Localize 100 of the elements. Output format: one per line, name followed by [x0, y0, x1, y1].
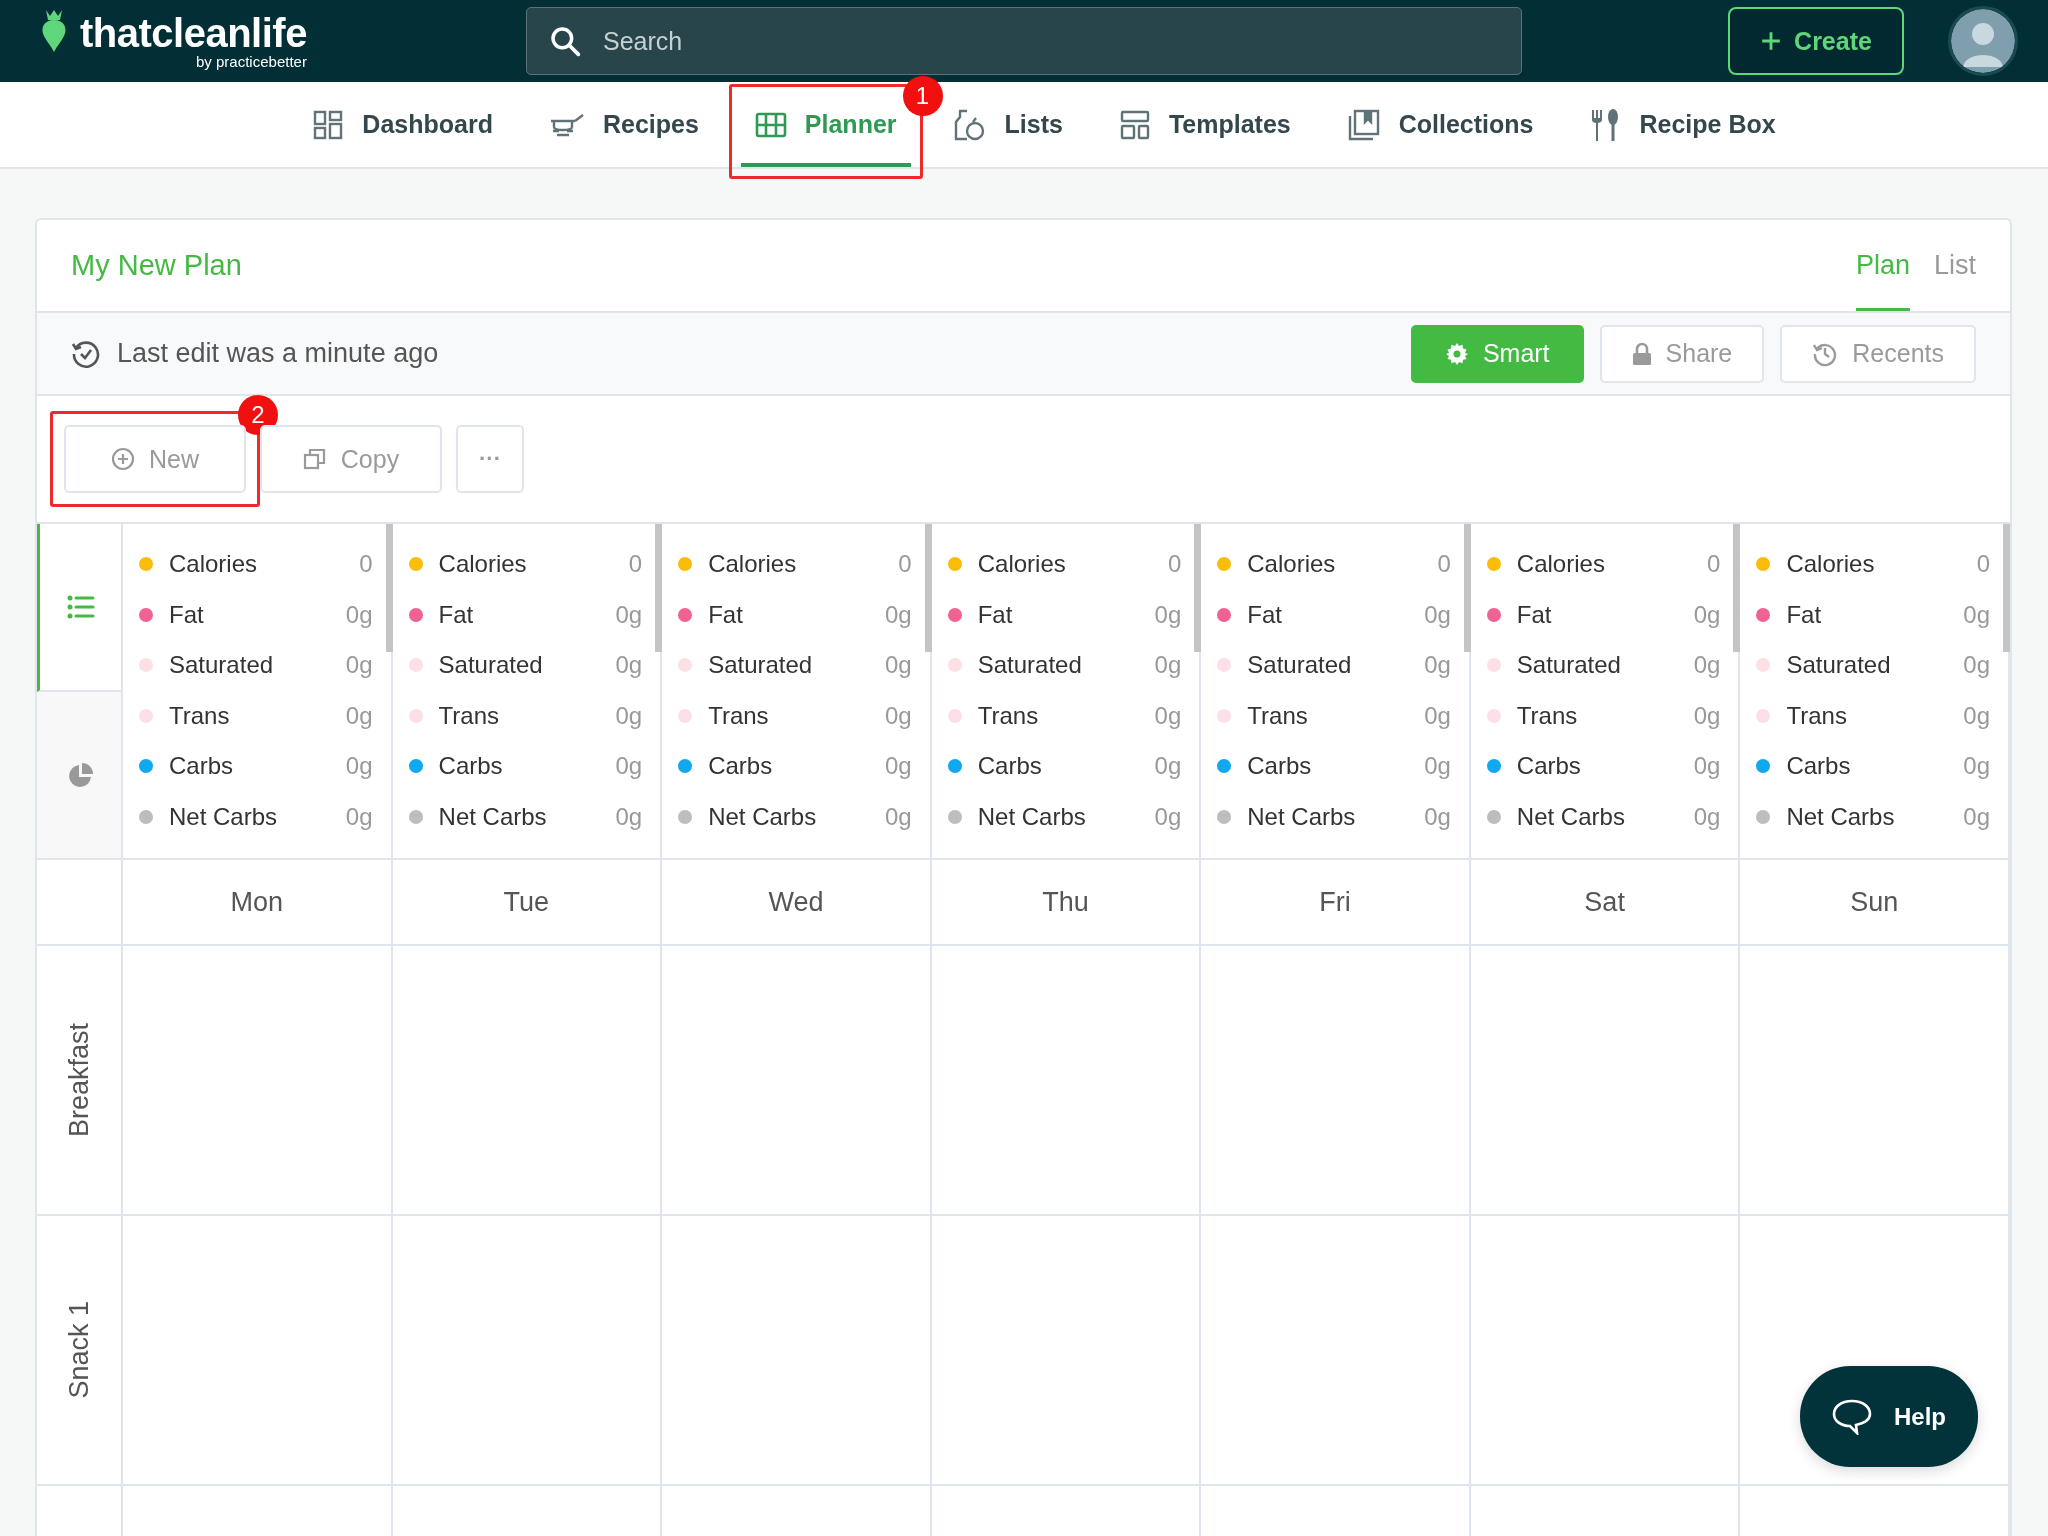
- layout-icon: [1118, 108, 1151, 141]
- action-button[interactable]: Copy: [260, 425, 442, 493]
- scrollbar[interactable]: [385, 524, 393, 652]
- summary-view-tab[interactable]: [37, 524, 121, 692]
- history-check-icon: [71, 338, 101, 369]
- nutrient-name: Calories: [438, 550, 528, 579]
- nutrient-name: Fat: [438, 600, 475, 629]
- day-header: Wed: [768, 886, 824, 918]
- nutrient-value: 0g: [1963, 600, 1990, 629]
- lock-icon: [1631, 341, 1652, 366]
- nutrient-name: Trans: [169, 701, 231, 730]
- nav-tab[interactable]: Recipe Box: [1575, 86, 1790, 167]
- avatar[interactable]: [1948, 6, 2018, 76]
- scrollbar[interactable]: [1194, 524, 1202, 652]
- action-button[interactable]: ···: [456, 425, 524, 493]
- nutrient-name: Carbs: [438, 752, 504, 781]
- nutrient-value: 0g: [1963, 752, 1990, 781]
- nutrient-value: 0g: [1693, 651, 1721, 680]
- nutrient-name: Net Carbs: [1516, 802, 1626, 831]
- search-field[interactable]: Search: [526, 7, 1522, 75]
- nutrient-value: 0g: [615, 701, 643, 730]
- nav-tab[interactable]: Dashboard: [298, 86, 507, 167]
- scrollbar[interactable]: [1463, 524, 1471, 652]
- dashboard-icon: [312, 108, 345, 141]
- radish-logo-icon: [40, 8, 68, 52]
- nutrient-value: 0g: [1424, 802, 1451, 831]
- nav-tab[interactable]: Recipes: [534, 86, 713, 167]
- scrollbar[interactable]: [924, 524, 932, 652]
- nutrient-value: 0g: [615, 600, 643, 629]
- nutrient-value: 0g: [1154, 651, 1182, 680]
- nutrient-name: Fat: [1786, 600, 1823, 629]
- nutrient-value: 0g: [1154, 802, 1182, 831]
- nutrient-name: Saturated: [977, 651, 1083, 680]
- search-input[interactable]: Search: [601, 25, 1499, 57]
- search-icon: [549, 25, 581, 57]
- nutrient-name: Carbs: [1786, 752, 1852, 781]
- scrollbar[interactable]: [2003, 524, 2010, 652]
- last-edit-text: Last edit was a minute ago: [117, 338, 439, 369]
- nutrient-name: Trans: [1516, 701, 1579, 730]
- nutrient-value: 0g: [885, 802, 912, 831]
- nutrient-value: 0: [1437, 550, 1451, 579]
- nutrient-name: Carbs: [1247, 752, 1313, 781]
- nutrient-name: Net Carbs: [1786, 802, 1896, 831]
- nutrient-name: Net Carbs: [1247, 802, 1357, 831]
- meal-label: Breakfast: [63, 1022, 95, 1138]
- nutrient-name: Net Carbs: [169, 802, 279, 831]
- nutrient-value: 0g: [1963, 651, 1990, 680]
- nutrient-value: 0g: [1693, 802, 1721, 831]
- scrollbar[interactable]: [655, 524, 663, 652]
- scrollbar[interactable]: [1733, 524, 1741, 652]
- nutrient-name: Calories: [1247, 550, 1337, 579]
- nutrient-name: Trans: [1247, 701, 1309, 730]
- nutrient-value: 0g: [1963, 802, 1990, 831]
- nutrient-value: 0g: [1693, 701, 1721, 730]
- nutrient-value: 0g: [1424, 651, 1451, 680]
- nutrient-value: 0g: [345, 600, 373, 629]
- nav-tab[interactable]: Templates: [1104, 86, 1305, 167]
- nutrient-name: Net Carbs: [438, 802, 548, 831]
- nutrient-name: Fat: [708, 600, 744, 629]
- nutrient-value: 0: [1167, 550, 1182, 579]
- day-header: Mon: [230, 886, 284, 918]
- day-header: Sun: [1850, 886, 1899, 918]
- create-button[interactable]: Create: [1728, 7, 1904, 75]
- nutrient-name: Saturated: [708, 651, 814, 680]
- summary-view-tab[interactable]: [37, 692, 121, 858]
- nutrient-value: 0g: [1424, 600, 1451, 629]
- nutrient-name: Saturated: [1786, 651, 1892, 680]
- copy-icon: [302, 447, 327, 471]
- plan-title: My New Plan: [71, 249, 242, 282]
- nav-tab[interactable]: Collections: [1332, 86, 1548, 167]
- toolbar-button[interactable]: Smart: [1410, 324, 1584, 383]
- nutrient-name: Carbs: [1516, 752, 1582, 781]
- day-header: Thu: [1042, 886, 1089, 918]
- nutrient-name: Saturated: [438, 651, 544, 680]
- nutrient-name: Saturated: [1516, 651, 1622, 680]
- action-button[interactable]: New: [64, 425, 246, 493]
- toolbar-button[interactable]: Share: [1599, 324, 1765, 383]
- nutrient-name: Fat: [169, 600, 205, 629]
- nutrient-value: 0g: [1424, 752, 1451, 781]
- nutrient-value: 0g: [345, 752, 373, 781]
- nutrient-value: 0g: [885, 651, 912, 680]
- brand-name: thatcleanlife: [80, 12, 307, 54]
- nutrient-value: 0g: [1154, 752, 1182, 781]
- brand-tagline: by practicebetter: [196, 54, 307, 70]
- chat-bubble-icon: [1832, 1398, 1872, 1435]
- nutrient-name: Saturated: [169, 651, 275, 680]
- meal-label: Snack 1: [63, 1301, 95, 1399]
- nutrient-value: 0g: [615, 802, 643, 831]
- nutrient-name: Calories: [977, 550, 1067, 579]
- toolbar-button[interactable]: Recents: [1780, 324, 1976, 383]
- nutrient-name: Carbs: [169, 752, 235, 781]
- pie-chart-icon: [67, 762, 94, 788]
- nutrient-value: 0: [1976, 550, 1990, 579]
- gear-icon: [1444, 341, 1469, 366]
- nutrient-name: Carbs: [708, 752, 774, 781]
- nutrient-value: 0: [898, 550, 912, 579]
- view-tab[interactable]: List: [1933, 220, 1976, 311]
- nutrient-name: Carbs: [977, 752, 1043, 781]
- nutrient-name: Calories: [1786, 550, 1876, 579]
- nutrient-name: Fat: [1516, 600, 1553, 629]
